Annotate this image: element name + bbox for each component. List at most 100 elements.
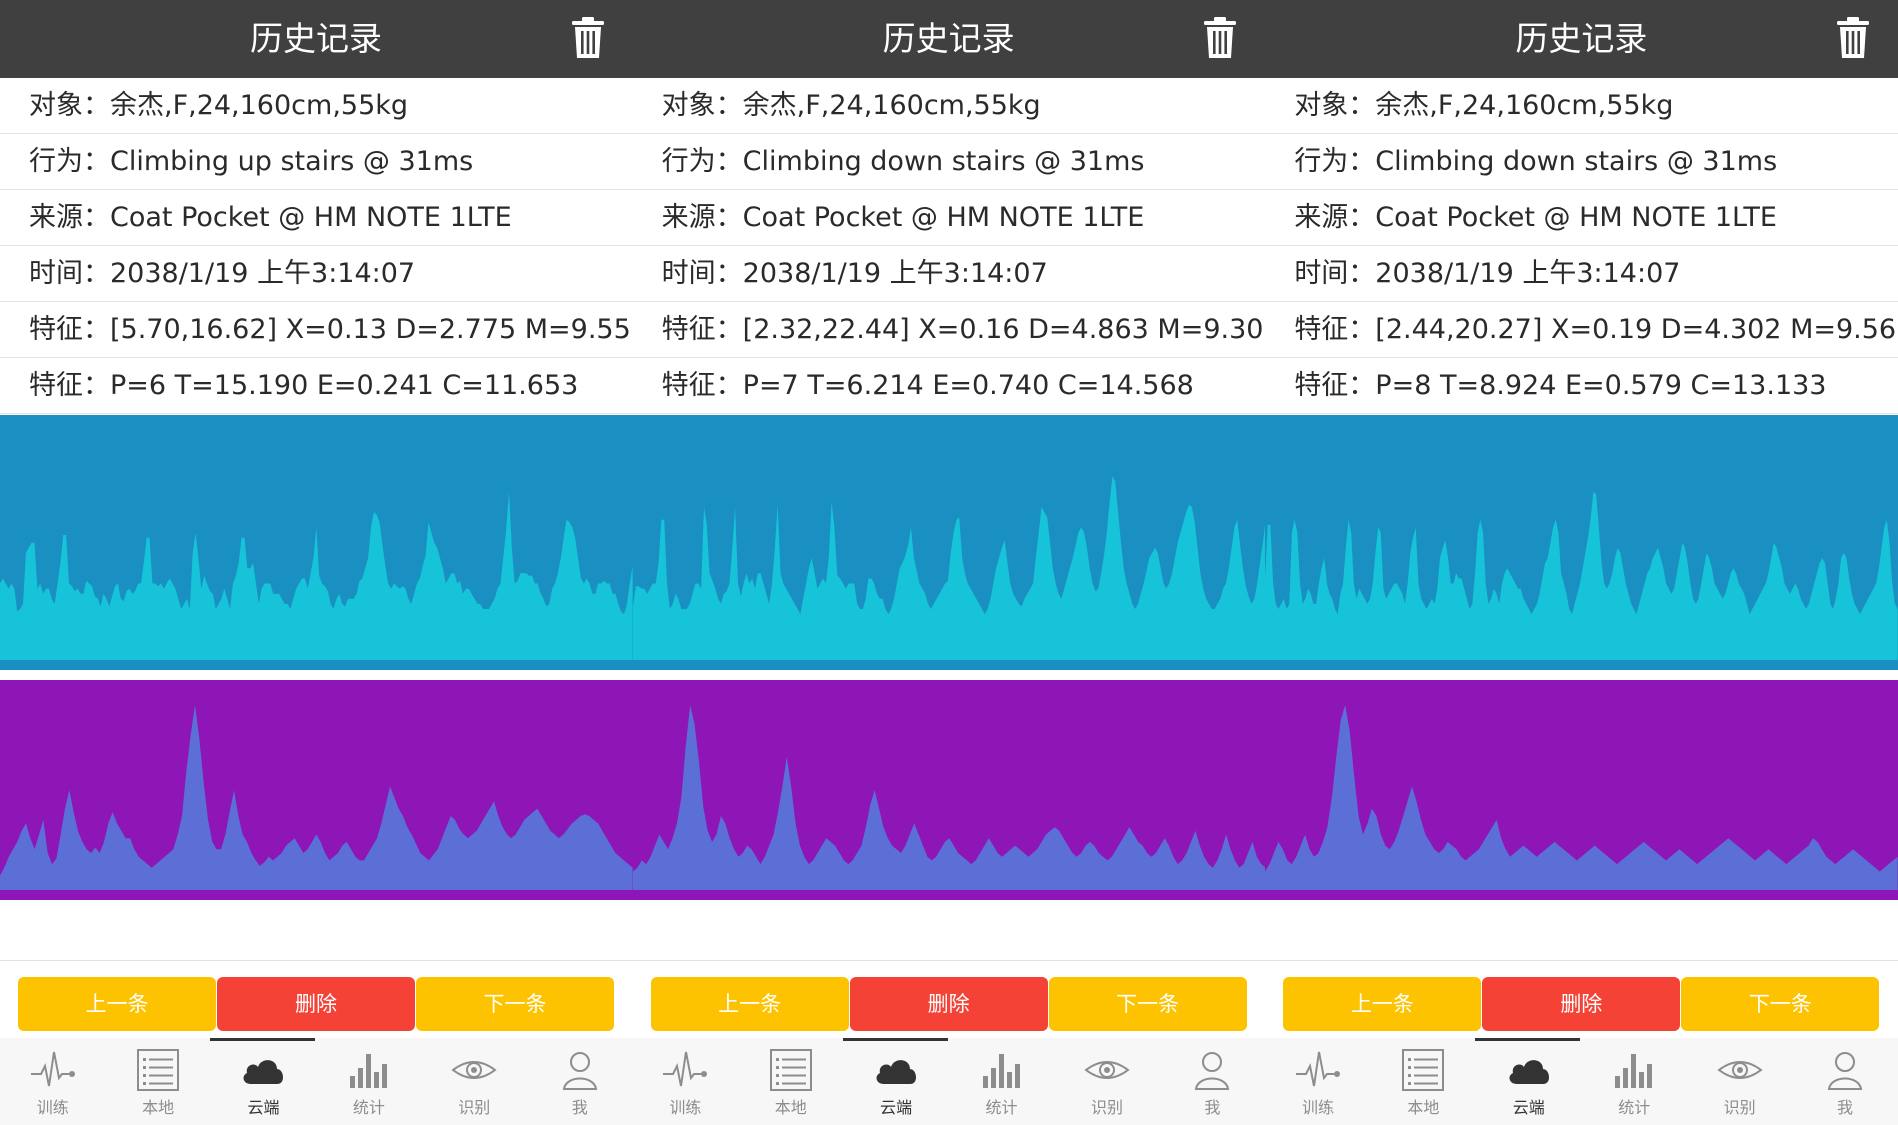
- tab-train[interactable]: 训练: [0, 1038, 105, 1125]
- tab-local[interactable]: 本地: [105, 1038, 210, 1125]
- tab-label: 云端: [247, 1098, 280, 1117]
- bottom-tabbar: 训练 本地 云端 统计 识别 我: [0, 1038, 633, 1125]
- eye-icon: [451, 1061, 497, 1079]
- prev-button[interactable]: 上一条: [1283, 977, 1482, 1031]
- bar-chart-icon: [982, 1054, 1020, 1088]
- bottom-tabbar: 训练 本地 云端 统计 识别 我: [632, 1038, 1266, 1125]
- behavior-row: 行为：Climbing up stairs @ 31ms: [0, 134, 633, 190]
- sensor-chart-bottom: [632, 680, 1266, 900]
- feature-row: 特征：[2.44,20.27] X=0.19 D=4.302 M=9.562: [1265, 302, 1898, 358]
- eye-icon: [1084, 1061, 1130, 1079]
- tab-label: 统计: [985, 1098, 1018, 1117]
- behavior-row: 行为：Climbing down stairs @ 31ms: [632, 134, 1266, 190]
- signal-area-bottom: [0, 705, 633, 890]
- list-icon: [769, 1049, 812, 1091]
- delete-button[interactable]: 删除: [849, 977, 1048, 1031]
- tab-stats[interactable]: 统计: [316, 1038, 421, 1125]
- delete-button[interactable]: 删除: [1482, 977, 1681, 1031]
- time-row: 时间：2038/1/19 上午3:14:07: [0, 246, 633, 302]
- tab-me[interactable]: 我: [1160, 1038, 1265, 1125]
- tab-label: 我: [571, 1098, 588, 1117]
- trash-icon[interactable]: [1836, 16, 1870, 60]
- tab-local[interactable]: 本地: [738, 1038, 843, 1125]
- action-bar: 上一条 删除 下一条: [1265, 960, 1898, 1038]
- tab-label: 统计: [352, 1098, 385, 1117]
- eye-icon: [1716, 1061, 1763, 1079]
- trash-icon[interactable]: [571, 16, 605, 60]
- feature-row-2: 特征：P=6 T=15.190 E=0.241 C=11.653: [0, 358, 633, 414]
- prev-button[interactable]: 上一条: [18, 977, 216, 1031]
- cloud-icon: [876, 1060, 917, 1084]
- signal-area-top: [1265, 491, 1898, 660]
- sensor-chart-top: [1265, 415, 1898, 670]
- person-icon: [1195, 1052, 1230, 1090]
- source-row: 来源：Coat Pocket @ HM NOTE 1LTE: [1265, 190, 1898, 246]
- next-button[interactable]: 下一条: [1048, 977, 1247, 1031]
- cloud-icon: [243, 1060, 284, 1084]
- action-bar: 上一条 删除 下一条: [632, 960, 1266, 1038]
- tab-label: 识别: [1090, 1098, 1123, 1117]
- tab-label: 本地: [774, 1098, 807, 1117]
- tab-label: 本地: [142, 1098, 175, 1117]
- list-icon: [1402, 1049, 1445, 1091]
- feature-row-2: 特征：P=7 T=6.214 E=0.740 C=14.568: [632, 358, 1266, 414]
- bar-chart-icon: [1615, 1054, 1653, 1088]
- signal-area-bottom: [1265, 705, 1898, 890]
- tab-stats[interactable]: 统计: [1582, 1038, 1687, 1125]
- record-info: 对象：余杰,F,24,160cm,55kg 行为：Climbing down s…: [632, 78, 1266, 414]
- next-button[interactable]: 下一条: [1681, 977, 1880, 1031]
- tab-stats[interactable]: 统计: [949, 1038, 1054, 1125]
- tab-train[interactable]: 训练: [633, 1038, 738, 1125]
- source-row: 来源：Coat Pocket @ HM NOTE 1LTE: [632, 190, 1266, 246]
- tab-me[interactable]: 我: [1792, 1038, 1897, 1125]
- time-row: 时间：2038/1/19 上午3:14:07: [632, 246, 1266, 302]
- app-header: 历史记录: [0, 0, 633, 78]
- tab-me[interactable]: 我: [527, 1038, 632, 1125]
- history-panel: 历史记录 对象：余杰,F,24,160cm,55kg 行为：Climbing d…: [632, 0, 1266, 1125]
- tab-cloud[interactable]: 云端: [211, 1038, 316, 1125]
- sensor-chart-bottom: [0, 680, 633, 900]
- signal-area-top: [0, 491, 633, 660]
- tab-recognize[interactable]: 识别: [1054, 1038, 1159, 1125]
- tab-label: 云端: [1512, 1098, 1545, 1117]
- list-icon: [137, 1049, 180, 1091]
- source-row: 来源：Coat Pocket @ HM NOTE 1LTE: [0, 190, 633, 246]
- history-panel: 历史记录 对象：余杰,F,24,160cm,55kg 行为：Climbing d…: [1265, 0, 1898, 1125]
- app-header: 历史记录: [1265, 0, 1898, 78]
- feature-row: 特征：[2.32,22.44] X=0.16 D=4.863 M=9.300: [632, 302, 1266, 358]
- trash-icon[interactable]: [1203, 16, 1237, 60]
- sensor-chart-top: [632, 415, 1266, 670]
- tab-local[interactable]: 本地: [1371, 1038, 1476, 1125]
- tab-label: 识别: [458, 1098, 491, 1117]
- page-title: 历史记录: [250, 19, 382, 58]
- tab-recognize[interactable]: 识别: [1687, 1038, 1792, 1125]
- person-icon: [1827, 1052, 1863, 1090]
- pulse-icon: [30, 1051, 75, 1087]
- page-title: 历史记录: [1515, 19, 1648, 58]
- delete-button[interactable]: 删除: [217, 977, 415, 1031]
- tab-label: 本地: [1407, 1098, 1440, 1117]
- app-header: 历史记录: [632, 0, 1266, 78]
- action-bar: 上一条 删除 下一条: [0, 960, 633, 1038]
- tab-label: 训练: [36, 1098, 69, 1117]
- tab-cloud[interactable]: 云端: [1476, 1038, 1581, 1125]
- cloud-icon: [1509, 1060, 1549, 1084]
- tab-recognize[interactable]: 识别: [422, 1038, 527, 1125]
- subject-row: 对象：余杰,F,24,160cm,55kg: [0, 78, 633, 134]
- bar-chart-icon: [349, 1054, 387, 1088]
- feature-row-2: 特征：P=8 T=8.924 E=0.579 C=13.133: [1265, 358, 1898, 414]
- subject-row: 对象：余杰,F,24,160cm,55kg: [632, 78, 1266, 134]
- subject-row: 对象：余杰,F,24,160cm,55kg: [1265, 78, 1898, 134]
- pulse-icon: [1296, 1051, 1340, 1087]
- tab-label: 识别: [1723, 1098, 1756, 1117]
- signal-area-top: [632, 476, 1266, 660]
- behavior-row: 行为：Climbing down stairs @ 31ms: [1265, 134, 1898, 190]
- prev-button[interactable]: 上一条: [650, 977, 849, 1031]
- sensor-chart-top: [0, 415, 633, 670]
- bottom-tabbar: 训练 本地 云端 统计 识别 我: [1265, 1038, 1898, 1125]
- time-row: 时间：2038/1/19 上午3:14:07: [1265, 246, 1898, 302]
- next-button[interactable]: 下一条: [416, 977, 614, 1031]
- tab-train[interactable]: 训练: [1265, 1038, 1370, 1125]
- tab-label: 统计: [1618, 1098, 1651, 1117]
- tab-cloud[interactable]: 云端: [843, 1038, 948, 1125]
